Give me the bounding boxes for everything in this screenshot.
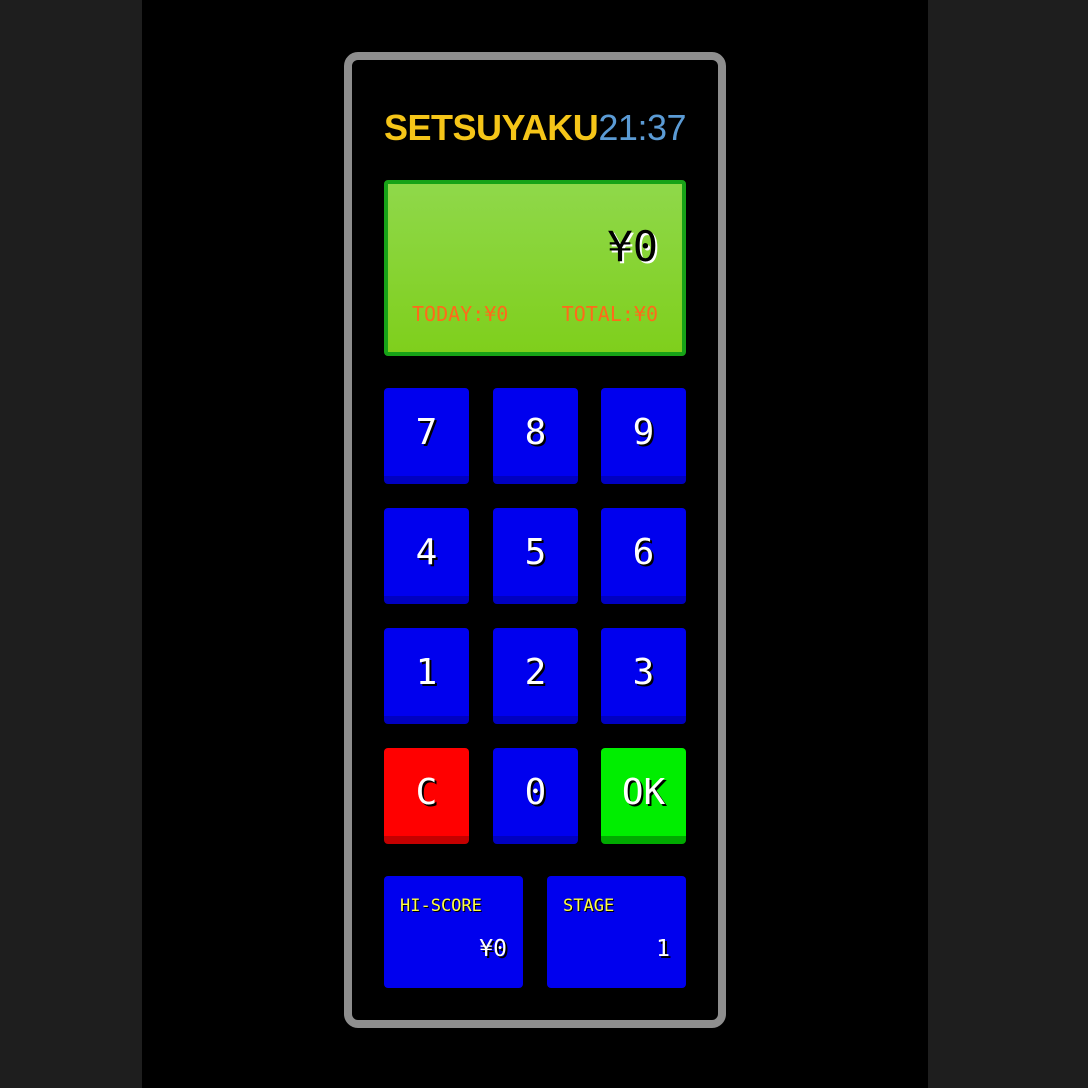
calculator-device: SETSUYAKU 21:37 ¥0 TODAY:¥0 TOTAL:¥0 7 8… [344, 52, 726, 1028]
amount-readout: ¥0 [607, 222, 658, 271]
hiscore-panel: HI-SCORE ¥0 [384, 876, 523, 988]
lcd-display: ¥0 TODAY:¥0 TOTAL:¥0 [384, 180, 686, 356]
ok-button[interactable]: OK [601, 748, 686, 844]
total-readout: TOTAL:¥0 [561, 302, 658, 326]
key-8[interactable]: 8 [493, 388, 578, 484]
hiscore-label: HI-SCORE [400, 896, 482, 916]
key-0[interactable]: 0 [493, 748, 578, 844]
key-5[interactable]: 5 [493, 508, 578, 604]
stage-value: 1 [656, 936, 670, 962]
clock: 21:37 [598, 107, 686, 148]
app-title: SETSUYAKU [384, 107, 599, 148]
header: SETSUYAKU 21:37 [384, 104, 686, 152]
hiscore-value: ¥0 [479, 936, 507, 962]
key-9[interactable]: 9 [601, 388, 686, 484]
key-3[interactable]: 3 [601, 628, 686, 724]
key-4[interactable]: 4 [384, 508, 469, 604]
key-1[interactable]: 1 [384, 628, 469, 724]
key-2[interactable]: 2 [493, 628, 578, 724]
today-readout: TODAY:¥0 [412, 302, 509, 326]
stage-panel: STAGE 1 [547, 876, 686, 988]
key-6[interactable]: 6 [601, 508, 686, 604]
stage-label: STAGE [563, 896, 615, 916]
clear-button[interactable]: C [384, 748, 469, 844]
key-7[interactable]: 7 [384, 388, 469, 484]
